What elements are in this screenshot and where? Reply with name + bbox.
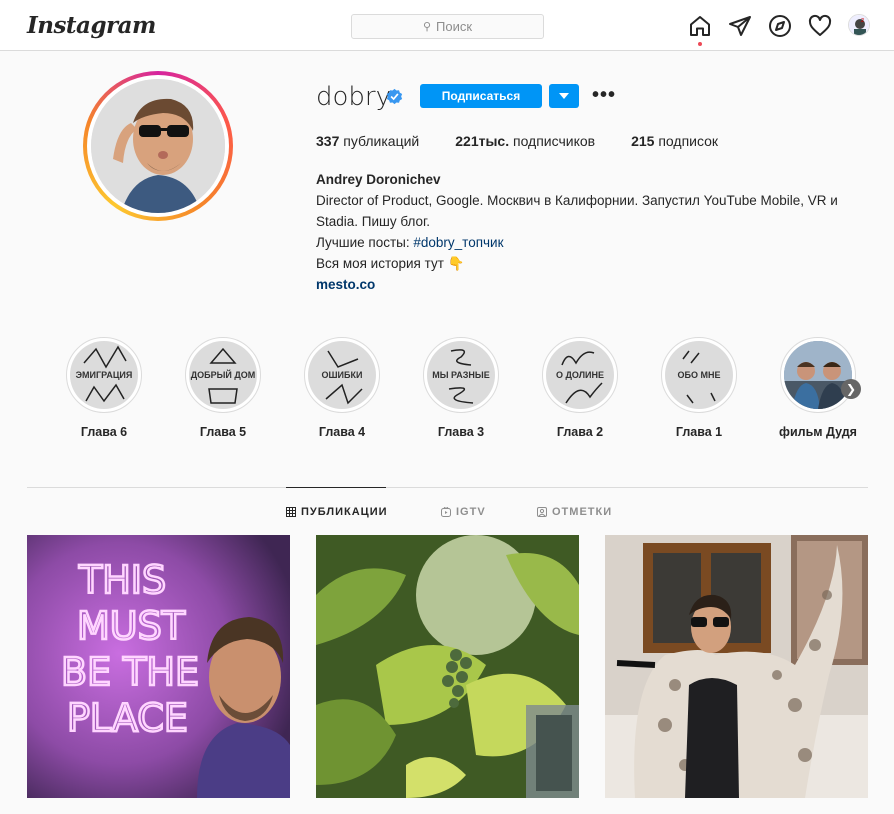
notification-dot — [698, 42, 702, 46]
highlight-label: Глава 5 — [199, 425, 247, 439]
stat-followers[interactable]: 221тыс. подписчиков — [455, 133, 595, 149]
tagged-icon — [537, 507, 547, 517]
tab-tagged-label: ОТМЕТКИ — [552, 506, 613, 518]
instagram-logo[interactable]: Instagram — [27, 12, 156, 39]
post-thumbnail[interactable] — [316, 535, 579, 798]
svg-text:z: z — [861, 17, 864, 24]
profile-bio: Andrey Doronichev Director of Product, G… — [316, 169, 876, 295]
bio-line-2: Stadia. Пишу блог. — [316, 214, 431, 229]
bio-line-3: Лучшие посты: #dobry_топчик — [316, 232, 876, 253]
search-placeholder: Поиск — [436, 19, 473, 34]
stat-following-label: подписок — [658, 133, 719, 149]
nav-icons — [688, 14, 848, 46]
tab-igtv-label: IGTV — [456, 506, 486, 518]
highlight-label: фильм Дудя — [779, 425, 857, 439]
stat-followers-label: подписчиков — [513, 133, 596, 149]
direct-icon[interactable] — [728, 14, 752, 38]
highlight-cover: О ДОЛИНЕ — [542, 337, 618, 413]
highlight-item[interactable]: МЫ РАЗНЫЕ Глава 3 — [416, 337, 506, 439]
more-options-icon[interactable]: ••• — [592, 83, 616, 107]
avatar-inner — [87, 75, 229, 217]
tab-tagged[interactable]: ОТМЕТКИ — [537, 506, 612, 518]
bio-full-name: Andrey Doronichev — [316, 172, 441, 187]
bio-line-4: Вся моя история тут 👇 — [316, 256, 465, 271]
highlight-label: Глава 2 — [556, 425, 604, 439]
chevron-down-icon — [559, 93, 569, 99]
verified-badge-icon — [386, 88, 403, 105]
follow-button[interactable]: Подписаться — [420, 84, 542, 108]
highlight-cover: МЫ РАЗНЫЕ — [423, 337, 499, 413]
highlight-item[interactable]: О ДОЛИНЕ Глава 2 — [535, 337, 625, 439]
tab-igtv[interactable]: IGTV — [441, 506, 486, 518]
active-tab-indicator — [286, 487, 386, 488]
highlight-label: Глава 1 — [675, 425, 723, 439]
home-icon[interactable] — [688, 14, 712, 46]
neon-text-line-1: THIS — [78, 558, 166, 602]
search-icon: ⚲ — [422, 21, 432, 33]
igtv-icon — [441, 507, 451, 517]
highlight-item[interactable]: ДОБРЫЙ ДОМ Глава 5 — [178, 337, 268, 439]
post-thumbnail[interactable]: THIS MUST BE THE PLACE — [27, 535, 290, 798]
bio-line-3-prefix: Лучшие посты: — [316, 235, 414, 250]
explore-icon[interactable] — [768, 14, 792, 38]
profile-username: dobry — [316, 82, 391, 112]
highlight-item[interactable]: ЭМИГРАЦИЯ Глава 6 — [59, 337, 149, 439]
tab-posts[interactable]: ПУБЛИКАЦИИ — [286, 506, 388, 518]
stat-posts-count: 337 — [316, 133, 340, 149]
profile-avatar-large[interactable] — [83, 71, 233, 221]
chevron-right-icon[interactable]: ❯ — [841, 379, 861, 399]
bio-hashtag-link[interactable]: #dobry_топчик — [413, 235, 503, 250]
bio-website-link[interactable]: mesto.co — [316, 274, 876, 295]
stat-following-count: 215 — [631, 133, 655, 149]
highlight-cover-text: ДОБРЫЙ ДОМ — [190, 370, 256, 380]
highlight-cover — [780, 337, 856, 413]
highlight-cover-text: ОШИБКИ — [321, 370, 363, 380]
stat-following[interactable]: 215 подписок — [631, 133, 718, 149]
highlight-label: Глава 3 — [437, 425, 485, 439]
highlight-cover: ОБО МНЕ — [661, 337, 737, 413]
highlight-cover-text: МЫ РАЗНЫЕ — [432, 370, 490, 380]
neon-text-line-2: MUST — [77, 604, 186, 648]
suggested-dropdown-button[interactable] — [549, 84, 579, 108]
fur-coat-photo — [605, 535, 868, 798]
neon-sign-photo: THIS MUST BE THE PLACE — [27, 535, 290, 798]
neon-text-line-3: BE THE — [61, 650, 199, 694]
highlight-cover: ОШИБКИ — [304, 337, 380, 413]
highlight-cover: ЭМИГРАЦИЯ — [66, 337, 142, 413]
highlight-photo — [784, 341, 852, 409]
top-nav: Instagram ⚲ Поиск z — [0, 0, 894, 51]
highlight-label: Глава 4 — [318, 425, 366, 439]
neon-text-line-4: PLACE — [67, 696, 188, 740]
activity-heart-icon[interactable] — [808, 14, 832, 38]
highlight-cover-text: О ДОЛИНЕ — [556, 370, 604, 380]
profile-photo — [91, 79, 225, 213]
bio-line-1: Director of Product, Google. Москвич в К… — [316, 193, 838, 208]
highlight-item[interactable]: ОБО МНЕ Глава 1 — [654, 337, 744, 439]
grape-leaves-photo — [316, 535, 579, 798]
highlight-cover: ДОБРЫЙ ДОМ — [185, 337, 261, 413]
tab-posts-label: ПУБЛИКАЦИИ — [301, 506, 388, 518]
tabs-divider — [27, 487, 868, 488]
highlight-cover-text: ОБО МНЕ — [677, 370, 721, 380]
post-thumbnail[interactable] — [605, 535, 868, 798]
highlight-item[interactable]: ОШИБКИ Глава 4 — [297, 337, 387, 439]
profile-stats: 337 публикаций 221тыс. подписчиков 215 п… — [316, 133, 754, 149]
highlight-cover-text: ЭМИГРАЦИЯ — [75, 370, 133, 380]
stat-posts: 337 публикаций — [316, 133, 419, 149]
grid-icon — [286, 507, 296, 517]
stat-posts-label: публикаций — [343, 133, 420, 149]
highlight-label: Глава 6 — [80, 425, 128, 439]
search-input[interactable]: ⚲ Поиск — [351, 14, 544, 39]
stat-followers-count: 221тыс. — [455, 133, 510, 149]
profile-avatar[interactable]: z — [848, 14, 870, 36]
